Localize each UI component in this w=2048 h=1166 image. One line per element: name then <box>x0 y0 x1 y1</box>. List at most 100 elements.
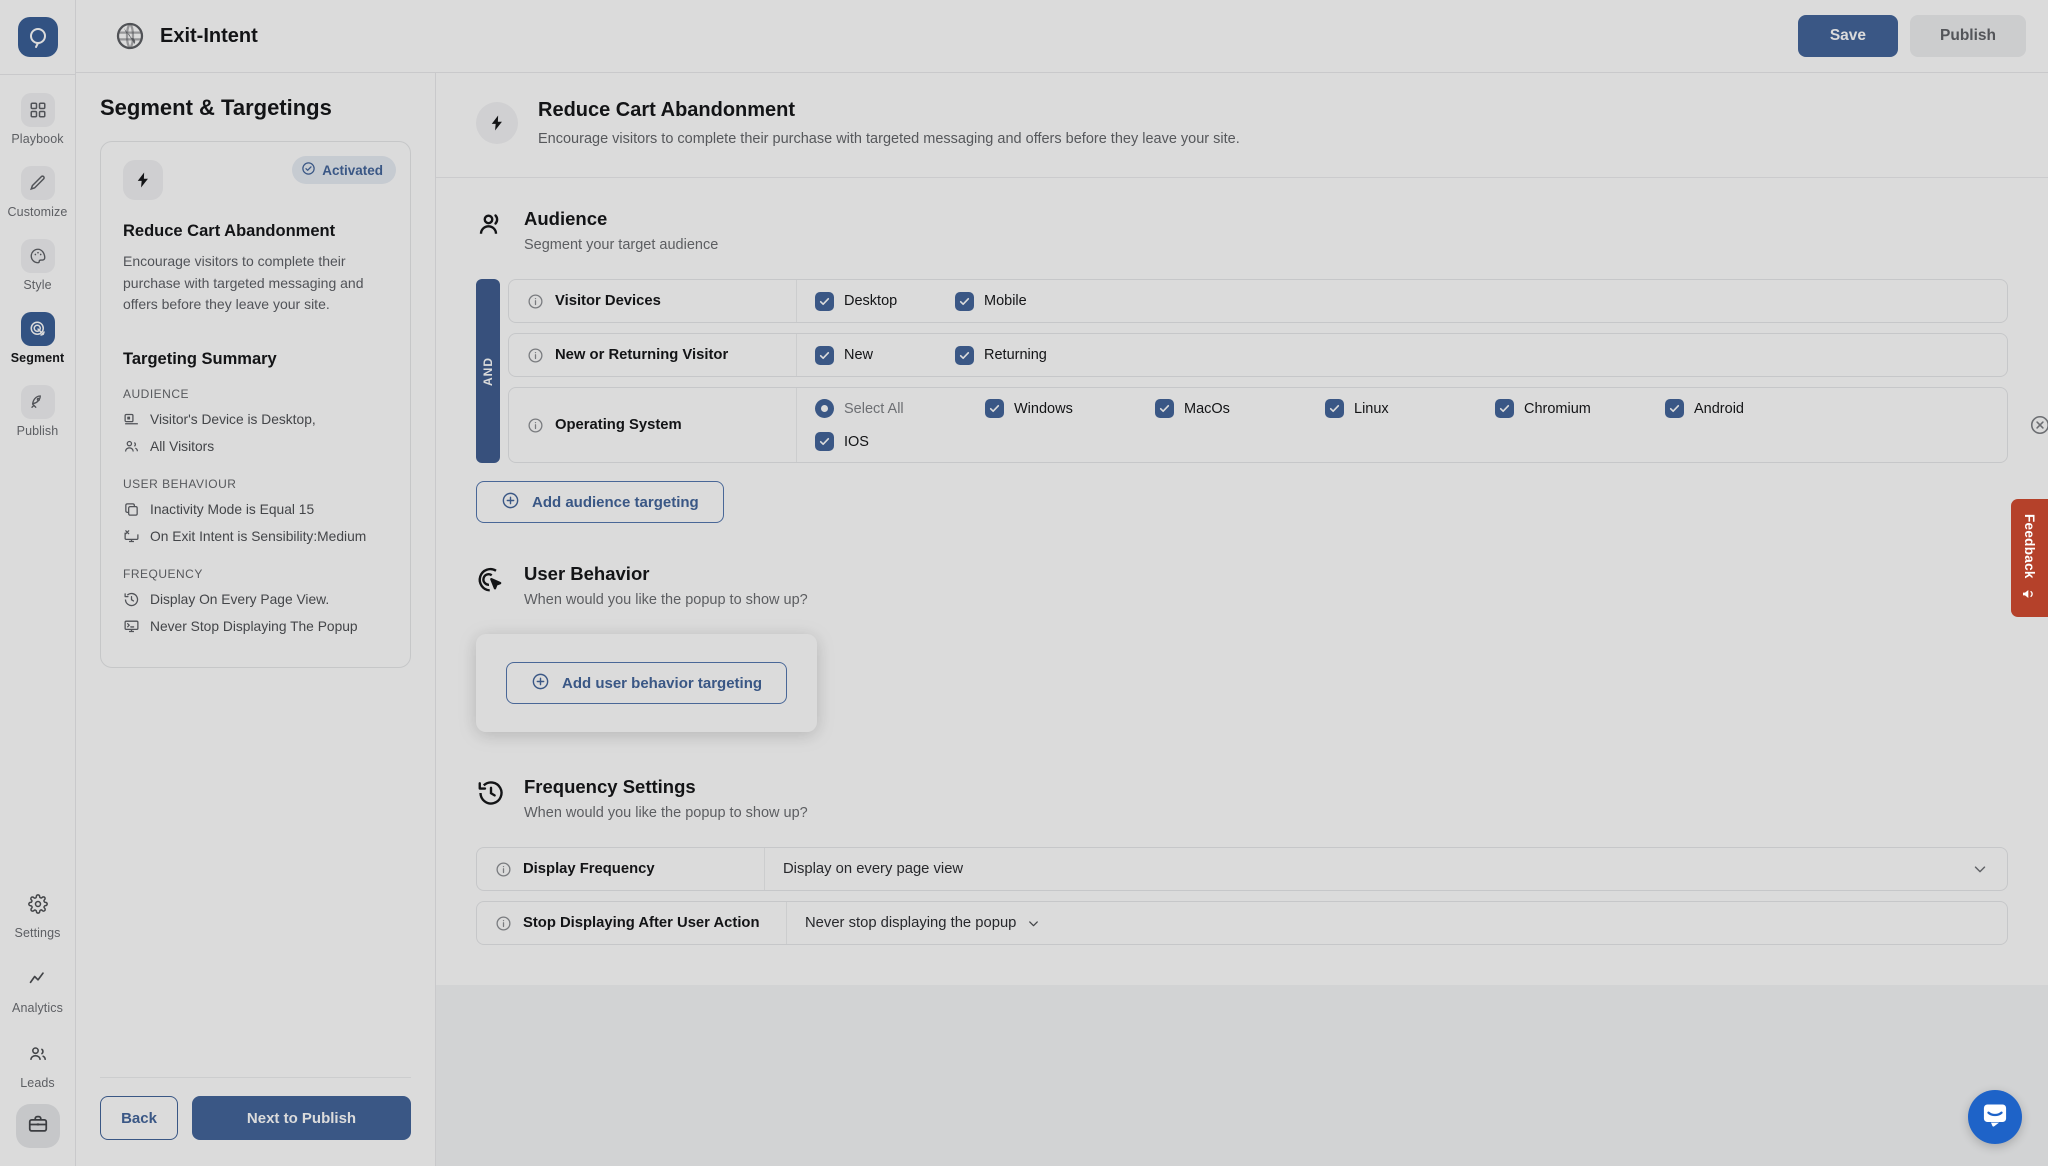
sidebar-item-style[interactable]: Style <box>4 239 72 292</box>
checkbox-chromium[interactable]: Chromium <box>1495 399 1665 418</box>
checkbox-linux[interactable]: Linux <box>1325 399 1495 418</box>
check-icon <box>815 432 834 451</box>
checkbox-mobile[interactable]: Mobile <box>955 291 1095 311</box>
check-icon <box>1495 399 1514 418</box>
sidebar-item-label: Playbook <box>11 132 64 146</box>
bolt-icon <box>476 102 518 144</box>
checkbox-desktop[interactable]: Desktop <box>815 291 955 311</box>
add-user-behavior-targeting-button[interactable]: Add user behavior targeting <box>506 662 788 704</box>
add-audience-targeting-button[interactable]: Add audience targeting <box>476 481 724 523</box>
rule-label-text: Operating System <box>555 417 682 433</box>
sidebar-item-segment[interactable]: Segment <box>4 312 72 365</box>
chevron-down-icon <box>1026 916 1041 931</box>
summary-group-label: USER BEHAVIOUR <box>123 477 237 492</box>
topbar-actions: Save Publish <box>1797 15 2026 57</box>
stop-displaying-select[interactable]: Never stop displaying the popup <box>787 902 2007 944</box>
rocket-icon <box>20 385 55 419</box>
summary-row-text: On Exit Intent is Sensibility:Medium <box>150 529 367 545</box>
back-button[interactable]: Back <box>100 1096 178 1140</box>
rail-bottom-nav: Settings Analytics Leads <box>4 887 72 1166</box>
checkbox-label: Chromium <box>1524 400 1591 417</box>
info-icon[interactable] <box>495 915 512 932</box>
rule-label: Visitor Devices <box>509 280 797 322</box>
checkbox-android[interactable]: Android <box>1665 399 1835 418</box>
rule-label-text: New or Returning Visitor <box>555 347 729 363</box>
table-row[interactable]: Display Frequency Display on every page … <box>476 847 2008 891</box>
info-icon[interactable] <box>495 861 512 878</box>
publish-button[interactable]: Publish <box>1910 15 2026 57</box>
audience-section-head: Audience Segment your target audience <box>476 208 2008 253</box>
stop-displaying-value: Never stop displaying the popup <box>805 915 1017 931</box>
panel-title: Segment & Targetings <box>100 95 332 120</box>
checkbox-label: Desktop <box>844 293 898 309</box>
frequency-title: Frequency Settings <box>524 776 696 797</box>
palette-icon <box>20 239 55 273</box>
playbook-header: Reduce Cart Abandonment Encourage visito… <box>436 73 2048 178</box>
checkbox-ios[interactable]: IOS <box>815 432 985 451</box>
check-icon <box>1325 399 1344 418</box>
rule-options: Desktop Mobile <box>797 280 2007 322</box>
checkbox-label: New <box>844 347 874 363</box>
feedback-tab[interactable]: Feedback <box>2011 499 2048 617</box>
sidebar-item-publish[interactable]: Publish <box>4 385 72 438</box>
radio-select-all[interactable]: Select All <box>815 399 985 418</box>
check-icon <box>1155 399 1174 418</box>
pencil-icon <box>20 166 55 200</box>
checkbox-returning[interactable]: Returning <box>955 345 1095 365</box>
checkbox-new[interactable]: New <box>815 345 955 365</box>
rule-label: Operating System <box>509 388 797 462</box>
audience-rules: AND Visitor Devices Desktop Mobile New o… <box>476 279 2048 463</box>
summary-row: On Exit Intent is Sensibility:Medium <box>123 528 388 545</box>
sidebar-item-label: Customize <box>7 205 68 219</box>
summary-row-text: Never Stop Displaying The Popup <box>150 619 358 635</box>
sidebar-item-label: Leads <box>20 1076 55 1090</box>
sidebar-item-analytics[interactable]: Analytics <box>4 962 72 1015</box>
sidebar-item-playbook[interactable]: Playbook <box>4 93 72 146</box>
summary-row-text: Visitor's Device is Desktop, <box>150 412 316 428</box>
user-behavior-title: User Behavior <box>524 563 650 584</box>
globe-icon <box>114 20 146 52</box>
check-icon <box>815 345 834 365</box>
status-badge: Activated <box>292 156 396 184</box>
checkbox-label: Mobile <box>984 293 1027 309</box>
table-row[interactable]: Stop Displaying After User Action Never … <box>476 901 2008 945</box>
sidebar-item-leads[interactable]: Leads <box>4 1037 72 1090</box>
history-icon <box>123 591 140 608</box>
app-logo[interactable] <box>17 17 58 57</box>
plus-circle-icon <box>501 491 520 514</box>
gear-icon <box>21 887 55 921</box>
workspace-switcher[interactable] <box>15 1104 60 1148</box>
rule-label: Stop Displaying After User Action <box>477 902 787 944</box>
chart-line-icon <box>21 962 55 996</box>
info-icon[interactable] <box>527 293 544 310</box>
frequency-subtitle: When would you like the popup to show up… <box>524 805 808 821</box>
rule-options: Select All Windows MacOs Linux Chromium … <box>797 388 2007 462</box>
sidebar-item-label: Segment <box>10 351 65 365</box>
table-row: New or Returning Visitor New Returning <box>508 333 2008 377</box>
checkbox-label: Returning <box>984 347 1047 363</box>
left-rail: Playbook Customize Style Segment Publish… <box>0 0 76 1166</box>
rule-label-text: Stop Displaying After User Action <box>523 915 760 931</box>
info-icon[interactable] <box>527 417 544 434</box>
display-frequency-select[interactable]: Display on every page view <box>765 848 2007 890</box>
target-icon <box>20 312 55 346</box>
sidebar-item-settings[interactable]: Settings <box>4 887 72 940</box>
save-button[interactable]: Save <box>1797 15 1899 57</box>
remove-circle-icon[interactable] <box>2029 414 2048 436</box>
check-icon <box>955 345 974 365</box>
check-icon <box>955 291 974 311</box>
exit-monitor-icon <box>123 528 140 545</box>
sidebar-item-customize[interactable]: Customize <box>4 166 72 219</box>
checkbox-label: IOS <box>844 433 869 450</box>
monitor-stop-icon <box>123 618 140 635</box>
summary-row-text: Display On Every Page View. <box>150 592 330 608</box>
sidebar-item-label: Publish <box>16 424 59 438</box>
checkbox-macos[interactable]: MacOs <box>1155 399 1325 418</box>
check-icon <box>1665 399 1684 418</box>
next-to-publish-button[interactable]: Next to Publish <box>192 1096 411 1140</box>
targeting-summary-title: Targeting Summary <box>123 350 277 369</box>
info-icon[interactable] <box>527 347 544 364</box>
table-row: Visitor Devices Desktop Mobile <box>508 279 2008 323</box>
intercom-launcher[interactable] <box>1968 1090 2022 1144</box>
checkbox-windows[interactable]: Windows <box>985 399 1155 418</box>
